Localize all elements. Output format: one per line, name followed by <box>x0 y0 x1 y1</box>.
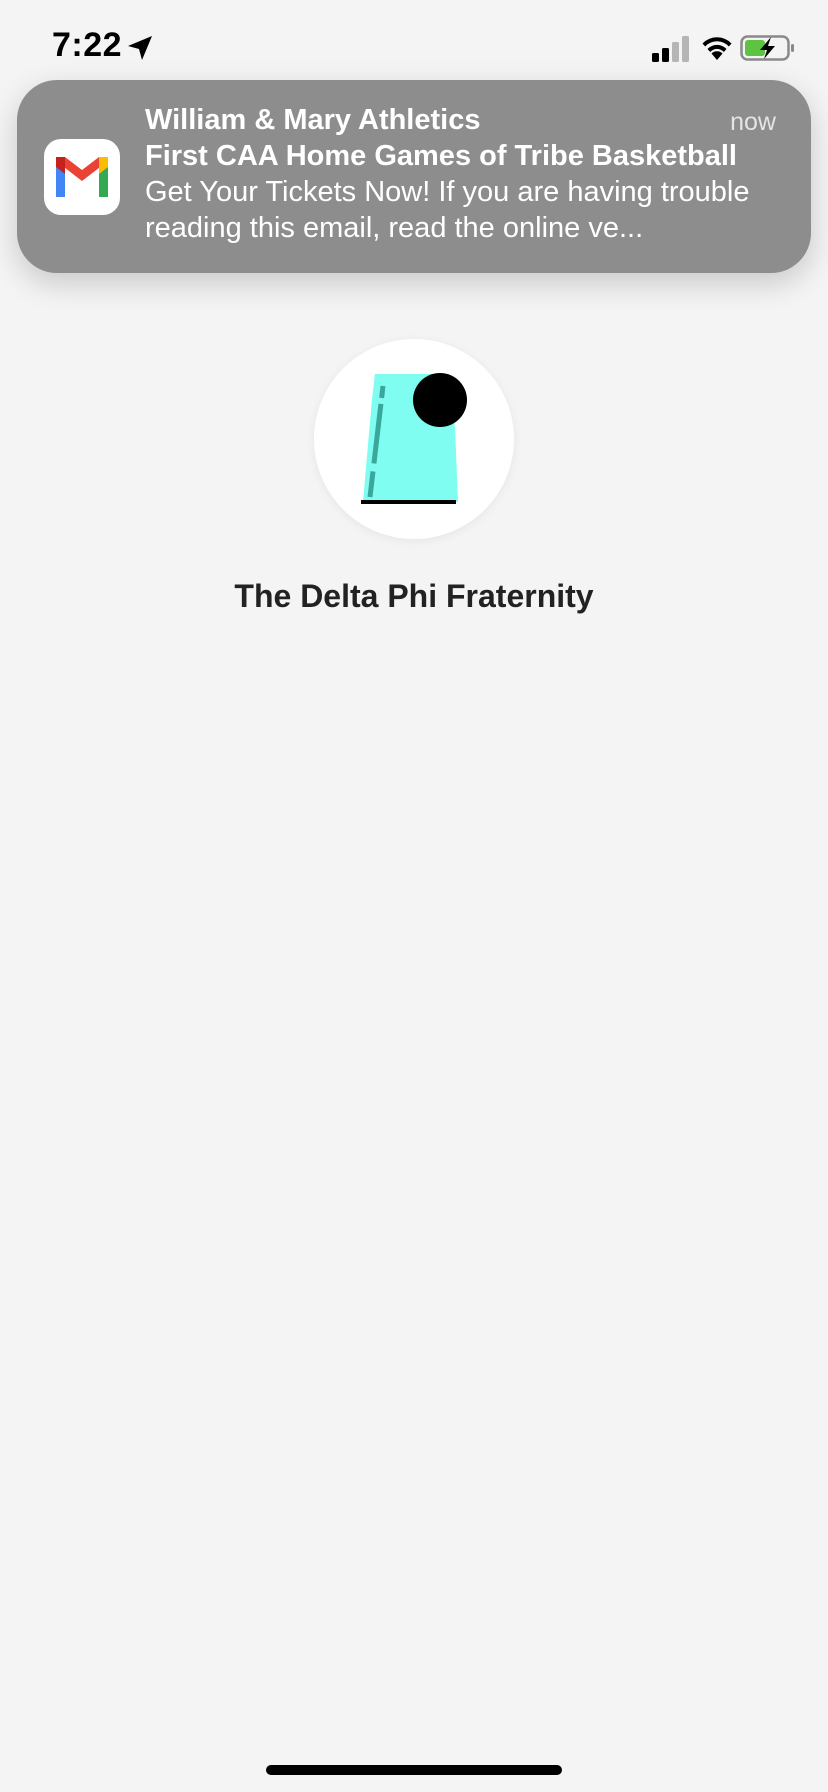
notification-subject: First CAA Home Games of Tribe Basketball <box>145 140 737 172</box>
battery-charging-icon <box>740 35 794 61</box>
wifi-icon <box>702 37 732 60</box>
status-time: 7:22 <box>52 26 123 64</box>
notification-body: Get Your Tickets Now! If you are having … <box>145 176 750 244</box>
contact-name: The Delta Phi Fraternity <box>234 578 594 614</box>
notification-content: William & Mary Athletics First CAA Home … <box>145 102 785 246</box>
notification-time: now <box>730 108 776 136</box>
cup-and-ball-icon <box>361 373 467 504</box>
screen: 7:22 William & Mary Athletics First CAA … <box>0 0 828 1792</box>
home-indicator[interactable] <box>266 1765 562 1775</box>
notification-sender: William & Mary Athletics <box>145 104 481 136</box>
location-arrow-icon <box>128 36 152 60</box>
notification-banner[interactable]: William & Mary Athletics First CAA Home … <box>17 80 811 273</box>
contact-avatar[interactable] <box>314 339 514 539</box>
cellular-signal-icon <box>652 36 689 62</box>
gmail-icon <box>44 139 120 215</box>
